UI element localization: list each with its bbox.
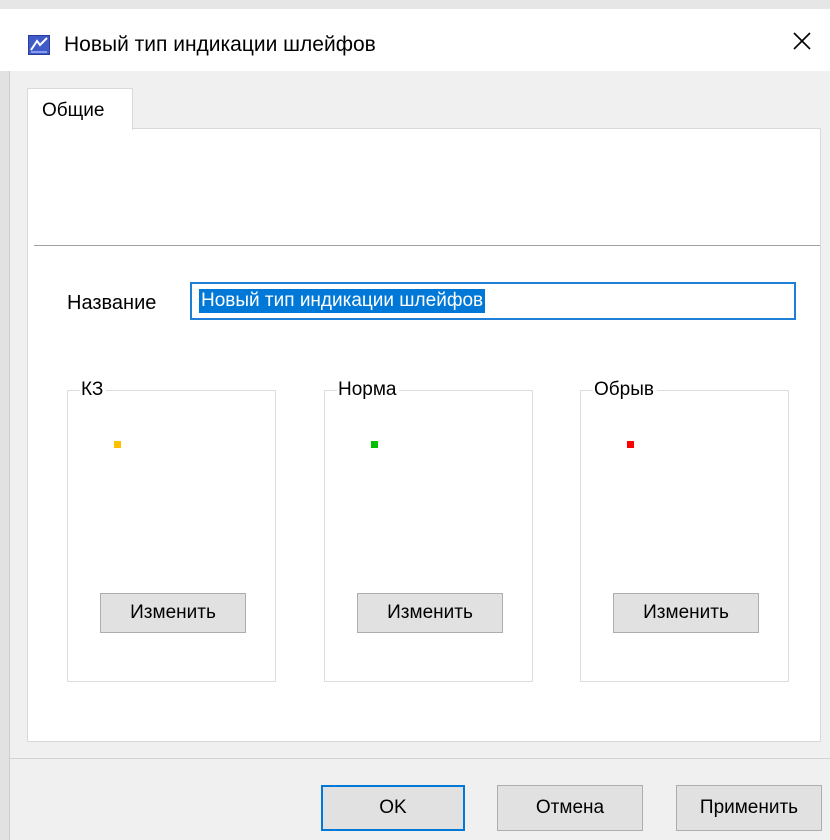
indicator-break-icon: [627, 441, 634, 448]
app-logo-icon: [28, 35, 50, 55]
group-break: Обрыв Изменить: [580, 378, 789, 682]
indicator-short-circuit-icon: [114, 441, 121, 448]
left-window-edge: [0, 71, 10, 840]
dialog-window: Новый тип индикации шлейфов Общие Назван…: [0, 0, 830, 840]
close-icon: [792, 31, 812, 56]
footer-separator: [9, 758, 830, 759]
group-normal-label: Норма: [337, 378, 400, 402]
change-break-button[interactable]: Изменить: [613, 593, 759, 633]
group-short-circuit: КЗ Изменить: [67, 378, 276, 682]
name-input-value: Новый тип индикации шлейфов: [199, 289, 486, 313]
group-break-label: Обрыв: [593, 378, 657, 402]
change-short-circuit-button[interactable]: Изменить: [100, 593, 246, 633]
cancel-button[interactable]: Отмена: [497, 785, 643, 831]
name-label: Название: [67, 292, 157, 314]
group-normal: Норма Изменить: [324, 378, 533, 682]
close-button[interactable]: [780, 21, 824, 65]
tab-general[interactable]: Общие: [27, 88, 133, 130]
apply-button[interactable]: Применить: [676, 785, 822, 831]
indicator-normal-icon: [371, 441, 378, 448]
tab-general-label: Общие: [42, 100, 105, 121]
ok-button[interactable]: OK: [321, 785, 465, 831]
group-short-circuit-label: КЗ: [80, 378, 107, 402]
window-title: Новый тип индикации шлейфов: [64, 33, 376, 56]
title-bar[interactable]: Новый тип индикации шлейфов: [0, 9, 830, 71]
separator-line-highlight: [34, 246, 820, 247]
change-normal-button[interactable]: Изменить: [357, 593, 503, 633]
name-input[interactable]: Новый тип индикации шлейфов: [190, 282, 796, 320]
